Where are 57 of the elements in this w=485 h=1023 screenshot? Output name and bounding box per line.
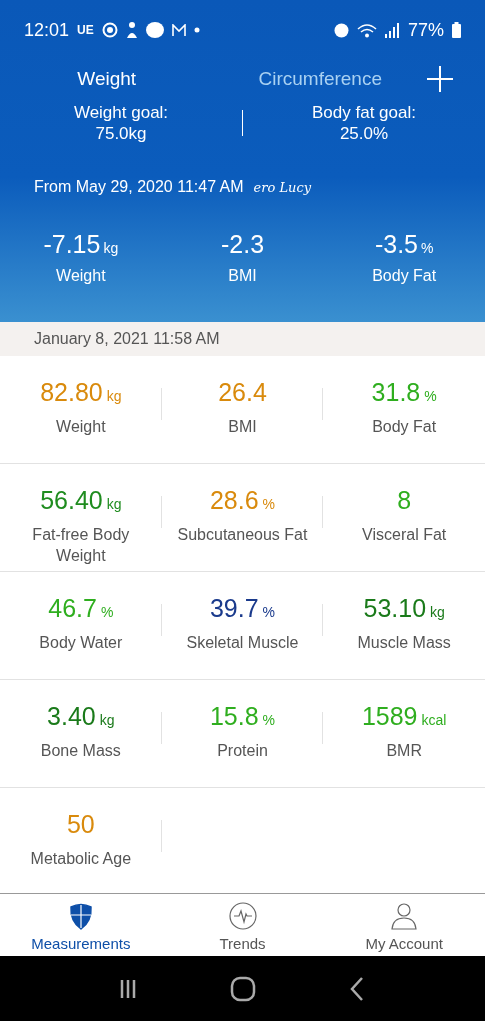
wifi-icon bbox=[356, 22, 377, 38]
metric-value: 56.40 kg bbox=[40, 486, 122, 515]
metric-value: 26.4 bbox=[218, 378, 267, 407]
clock: 12:01 bbox=[24, 19, 70, 41]
goal-label: Weight goal: bbox=[72, 102, 170, 123]
pulse-icon bbox=[227, 901, 258, 931]
change-value: -3.5% bbox=[374, 230, 434, 259]
target-icon bbox=[101, 22, 118, 38]
metric-label: Skeletal Muscle bbox=[186, 633, 299, 653]
dot-icon bbox=[193, 27, 200, 33]
add-icon[interactable] bbox=[427, 66, 453, 92]
person-icon bbox=[389, 901, 420, 931]
metric-label: Bone Mass bbox=[40, 741, 121, 761]
metric-value: 39.7 % bbox=[209, 594, 276, 623]
metric-label: Body Fat bbox=[372, 417, 437, 437]
mail-icon bbox=[171, 24, 186, 36]
scale-name: ero Lucy bbox=[253, 180, 312, 195]
figure-icon bbox=[125, 22, 138, 38]
metric-value: 46.7 % bbox=[48, 594, 114, 623]
metric-label: Metabolic Age bbox=[30, 849, 132, 869]
change-label: BMI bbox=[228, 267, 257, 285]
metric-value: 1589 kcal bbox=[361, 702, 447, 731]
metric-label: Subcutaneous Fat bbox=[177, 525, 308, 545]
metric-value: 50 bbox=[66, 810, 95, 839]
tab[interactable]: Weight bbox=[0, 68, 214, 90]
battery-percent: 77% bbox=[407, 19, 444, 41]
metric-value: 8 bbox=[397, 486, 412, 515]
change-value: -7.15 kg bbox=[43, 230, 119, 259]
measurement-date: January 8, 2021 11:58 AM bbox=[0, 322, 485, 356]
change-label: Body Fat bbox=[372, 267, 437, 285]
metric-label: Protein bbox=[217, 741, 268, 761]
metric-value: 53.10 kg bbox=[363, 594, 445, 623]
metric-label: Fat-free Body Weight bbox=[31, 525, 131, 566]
goal-label: Body fat goal: bbox=[311, 102, 417, 123]
goal-value: 75.0kg bbox=[94, 123, 148, 144]
tab[interactable]: Circumference bbox=[213, 68, 427, 90]
change-label: Weight bbox=[56, 267, 106, 285]
change-value: -2.3 bbox=[220, 230, 265, 259]
nav-tab[interactable]: Trends bbox=[161, 894, 324, 956]
metric-value: 3.40 kg bbox=[47, 702, 115, 731]
metric-label: BMR bbox=[386, 741, 422, 761]
signal-icon bbox=[384, 22, 400, 38]
metric-label: Body Water bbox=[39, 633, 123, 653]
metric-value: 28.6 % bbox=[209, 486, 276, 515]
goal-value: 25.0% bbox=[338, 123, 390, 144]
nav-tab[interactable]: Measurements bbox=[0, 894, 162, 956]
metric-label: Visceral Fat bbox=[362, 525, 447, 545]
metric-label: Muscle Mass bbox=[357, 633, 451, 653]
metric-value: 82.80 kg bbox=[40, 378, 122, 407]
metric-label: BMI bbox=[228, 417, 257, 437]
metric-label: Weight bbox=[56, 417, 106, 437]
nav-tab[interactable]: My Account bbox=[323, 894, 485, 956]
battery-icon bbox=[452, 22, 461, 38]
metric-value: 15.8 % bbox=[209, 702, 276, 731]
metric-value: 31.8 % bbox=[371, 378, 437, 407]
since-date: From May 29, 2020 11:47 AM bbox=[34, 178, 244, 196]
carrier-label: UE bbox=[77, 23, 94, 37]
